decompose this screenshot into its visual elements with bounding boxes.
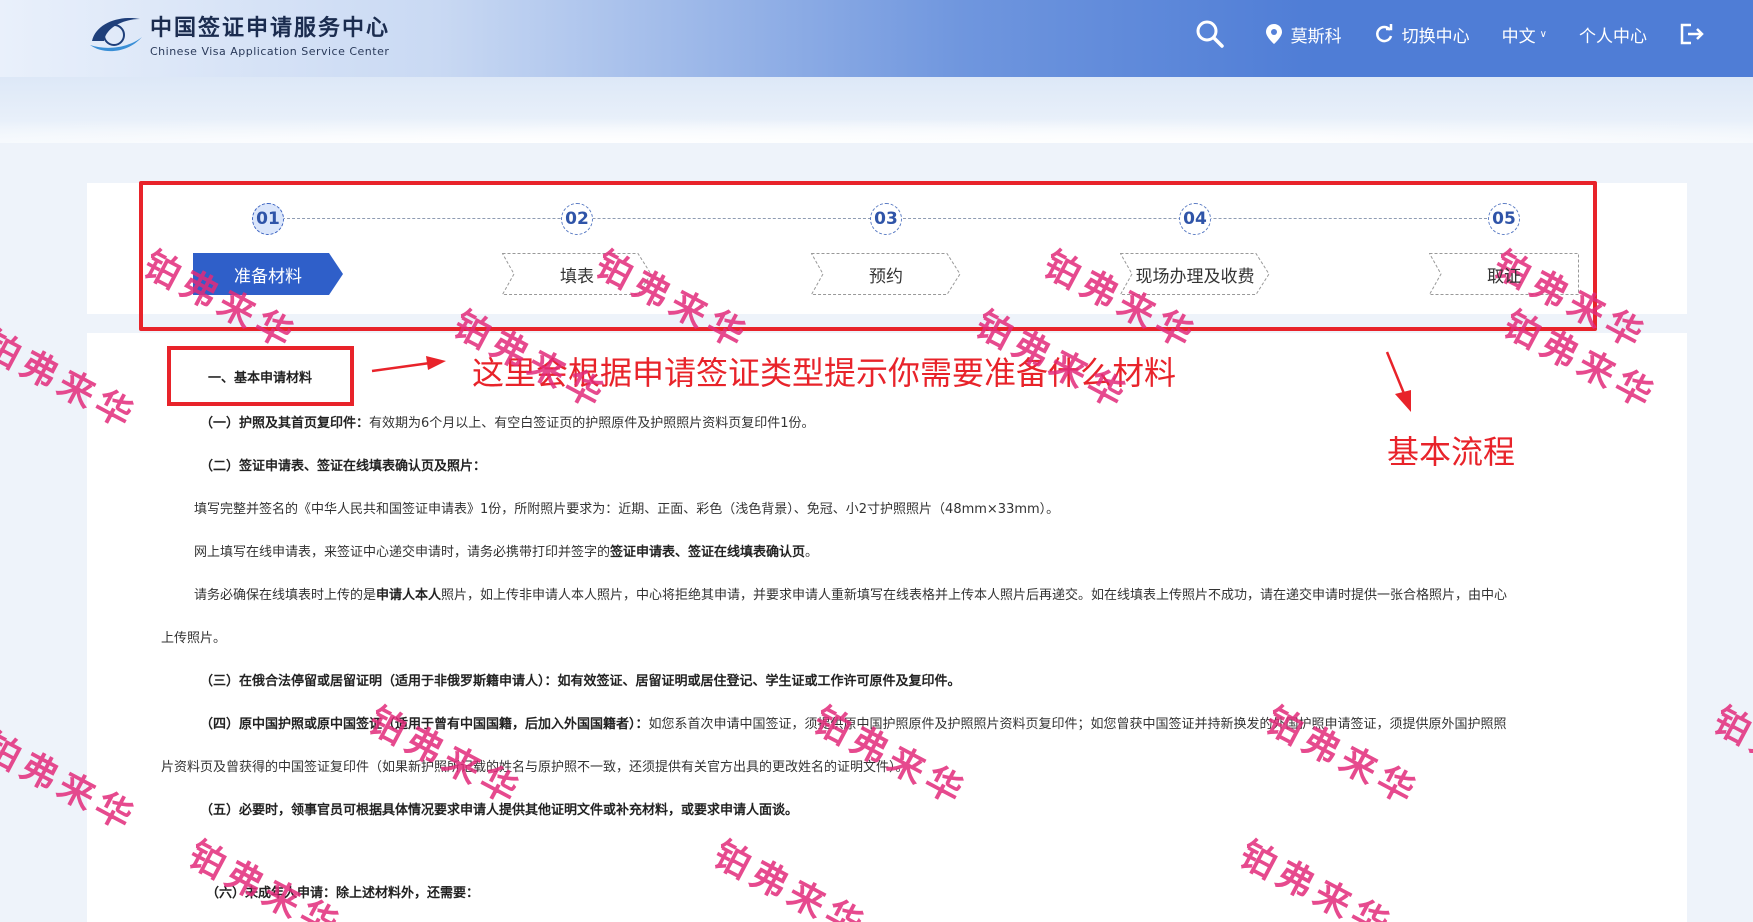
search-icon — [1196, 20, 1224, 48]
step-label: 现场办理及收费 — [1135, 266, 1255, 287]
logo-title-cn: 中国签证申请服务中心 — [150, 15, 391, 41]
search-button[interactable] — [1195, 19, 1233, 49]
refresh-icon — [1375, 24, 1392, 43]
item-passport: （一）护照及其首页复印件：有效期为6个月以上、有空白签证页的护照原件及护照照片资… — [200, 416, 815, 431]
personal-center-link[interactable]: 个人中心 — [1579, 22, 1647, 47]
item-former-chinese-passport: （四）原中国护照或原中国签证（适用于曾有中国国籍，后加入外国国籍者）：如您系首次… — [200, 717, 1507, 732]
item-online-form-note: 网上填写在线申请表，来签证中心递交申请时，请务必携带打印并签字的签证申请表、签证… — [194, 545, 819, 560]
map-pin-icon — [1265, 24, 1282, 44]
annotation-materials-hint: 这里会根据申请签证类型提示你需要准备什么材料 — [472, 354, 1177, 392]
watermark: 铂弗来华 — [1706, 699, 1753, 816]
banner-background — [0, 77, 1753, 143]
item-photo-upload-cont: 上传照片。 — [161, 631, 227, 646]
logout-icon — [1680, 23, 1704, 45]
switch-center-button[interactable]: 切换中心 — [1374, 22, 1470, 47]
highlight-steps-box — [139, 181, 1597, 331]
item-extra-documents: （五）必要时，领事官员可根据具体情况要求申请人提供其他证明文件或补充材料，或要求… — [200, 803, 799, 818]
site-logo[interactable]: 中国签证申请服务中心 Chinese Visa Application Serv… — [86, 10, 390, 58]
annotation-arrow-right-icon — [371, 356, 446, 373]
top-header: 中国签证申请服务中心 Chinese Visa Application Serv… — [0, 0, 1753, 77]
switch-center-label: 切换中心 — [1401, 26, 1470, 47]
step-label: 取证 — [1487, 266, 1521, 287]
highlight-section-box — [167, 346, 354, 406]
step-label: 预约 — [869, 266, 903, 287]
annotation-basic-process: 基本流程 — [1387, 433, 1516, 471]
step-label: 准备材料 — [234, 266, 302, 287]
item-photo-upload-note: 请务必确保在线填表时上传的是申请人本人照片，如上传非申请人本人照片，中心将拒绝其… — [194, 588, 1508, 603]
language-dropdown[interactable]: 中文 ∨ — [1502, 22, 1547, 47]
top-nav: 莫斯科 切换中心 中文 ∨ 个人中心 — [1163, 0, 1713, 68]
chevron-down-icon: ∨ — [1539, 28, 1547, 40]
location-label: 莫斯科 — [1290, 26, 1342, 47]
personal-center-label: 个人中心 — [1579, 26, 1647, 47]
logo-title-en: Chinese Visa Application Service Center — [150, 45, 390, 58]
logo-swoosh-icon — [86, 11, 144, 57]
logout-button[interactable] — [1679, 22, 1713, 46]
location-button[interactable]: 莫斯科 — [1265, 22, 1342, 47]
language-label: 中文 — [1501, 26, 1536, 47]
item-application-form: （二）签证申请表、签证在线填表确认页及照片： — [200, 459, 487, 474]
item-residence-proof: （三）在俄合法停留或居留证明（适用于非俄罗斯籍申请人）：如有效签证、居留证明或居… — [200, 674, 961, 689]
step-label: 填表 — [560, 266, 594, 287]
item-minors: （六）未成年人申请：除上述材料外，还需要： — [206, 886, 480, 901]
item-form-photo-req: 填写完整并签名的《中华人民共和国签证申请表》1份，所附照片要求为：近期、正面、彩… — [194, 502, 1060, 517]
annotation-arrow-down-icon — [1385, 351, 1411, 412]
item-former-chinese-passport-cont: 片资料页及曾获得的中国签证复印件（如果新护照所记载的姓名与原护照不一致，还须提供… — [161, 760, 909, 775]
